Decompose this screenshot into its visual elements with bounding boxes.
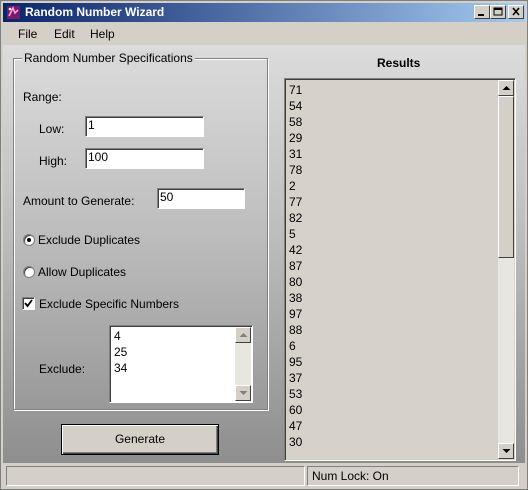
result-item[interactable]: 88 [285, 322, 515, 338]
high-input[interactable]: 100 [85, 148, 204, 169]
exclude-list[interactable]: 4 25 34 [109, 325, 253, 403]
menu-bar: File Edit Help [3, 23, 525, 43]
result-item[interactable]: 30 [285, 434, 515, 450]
result-item[interactable]: 80 [285, 274, 515, 290]
exclude-specific-checkbox[interactable] [22, 297, 35, 310]
amount-input[interactable]: 50 [157, 188, 245, 209]
window-title: Random Number Wizard [25, 5, 165, 19]
result-item[interactable]: 54 [285, 98, 515, 114]
result-item[interactable]: 87 [285, 258, 515, 274]
low-input[interactable]: 1 [85, 116, 204, 137]
result-item[interactable]: 31 [285, 146, 515, 162]
results-scroll-thumb[interactable] [498, 96, 514, 258]
result-item[interactable]: 77 [285, 194, 515, 210]
arrow-down-icon [502, 449, 511, 453]
result-item[interactable]: 78 [285, 162, 515, 178]
scroll-up-button[interactable] [235, 327, 251, 343]
result-item[interactable]: 5 [285, 226, 515, 242]
menu-help[interactable]: Help [90, 27, 115, 41]
title-bar[interactable]: Random Number Wizard [3, 3, 525, 22]
checkmark-icon [24, 299, 33, 308]
exclude-item[interactable]: 4 [110, 328, 252, 344]
status-bar: Num Lock: On [3, 465, 525, 487]
result-item[interactable]: 82 [285, 210, 515, 226]
result-item[interactable]: 42 [285, 242, 515, 258]
results-title: Results [377, 56, 421, 70]
amount-label: Amount to Generate: [23, 194, 135, 208]
scroll-down-button[interactable] [235, 385, 251, 401]
result-item[interactable]: 71 [285, 82, 515, 98]
result-item[interactable]: 2 [285, 178, 515, 194]
allow-duplicates-label[interactable]: Allow Duplicates [38, 265, 126, 279]
result-item[interactable]: 6 [285, 338, 515, 354]
result-item[interactable]: 58 [285, 114, 515, 130]
result-item[interactable]: 37 [285, 370, 515, 386]
exclude-duplicates-radio[interactable] [23, 234, 35, 246]
menu-file[interactable]: File [18, 27, 37, 41]
results-scroll-up-button[interactable] [498, 80, 514, 96]
exclude-item[interactable]: 34 [110, 360, 252, 376]
result-item[interactable]: 97 [285, 306, 515, 322]
result-item[interactable]: 47 [285, 418, 515, 434]
range-label: Range: [23, 90, 62, 104]
generate-button[interactable]: Generate [61, 424, 219, 455]
results-scrollbar[interactable] [498, 80, 514, 459]
status-main-pane [6, 466, 305, 486]
arrow-down-icon [239, 391, 248, 395]
result-item[interactable]: 95 [285, 354, 515, 370]
arrow-up-icon [239, 333, 248, 337]
close-icon [512, 7, 520, 16]
result-item[interactable]: 29 [285, 130, 515, 146]
results-scroll-down-button[interactable] [498, 443, 514, 459]
low-label: Low: [39, 122, 65, 136]
result-item[interactable]: 60 [285, 402, 515, 418]
result-item[interactable]: 38 [285, 290, 515, 306]
radio-selected-dot [27, 238, 31, 242]
app-icon[interactable] [6, 5, 21, 20]
exclude-item[interactable]: 25 [110, 344, 252, 360]
result-item[interactable]: 53 [285, 386, 515, 402]
allow-duplicates-radio[interactable] [23, 266, 35, 278]
exclude-label: Exclude: [39, 362, 86, 376]
specifications-group: Random Number Specifications Range: Low:… [13, 51, 268, 410]
high-label: High: [39, 154, 68, 168]
minimize-button[interactable] [474, 5, 490, 19]
exclude-specific-label[interactable]: Exclude Specific Numbers [39, 297, 179, 311]
menu-edit[interactable]: Edit [54, 27, 75, 41]
maximize-button[interactable] [490, 5, 506, 19]
app-window: Random Number Wizard File Edit Help Rand… [0, 0, 528, 490]
close-button[interactable] [508, 5, 524, 19]
minimize-icon [478, 14, 484, 16]
exclude-duplicates-label[interactable]: Exclude Duplicates [38, 233, 140, 247]
specifications-group-title: Random Number Specifications [22, 51, 195, 65]
results-list[interactable]: 71 54 58 29 31 78 2 77 82 5 42 87 80 38 97 88 6 95 37 53 60 4… [284, 78, 516, 461]
arrow-up-icon [502, 86, 511, 90]
exclude-scrollbar[interactable] [235, 327, 251, 401]
maximize-icon [493, 7, 503, 16]
client-area: Random Number Specifications Range: Low:… [3, 45, 525, 463]
num-lock-status: Num Lock: On [307, 466, 519, 486]
